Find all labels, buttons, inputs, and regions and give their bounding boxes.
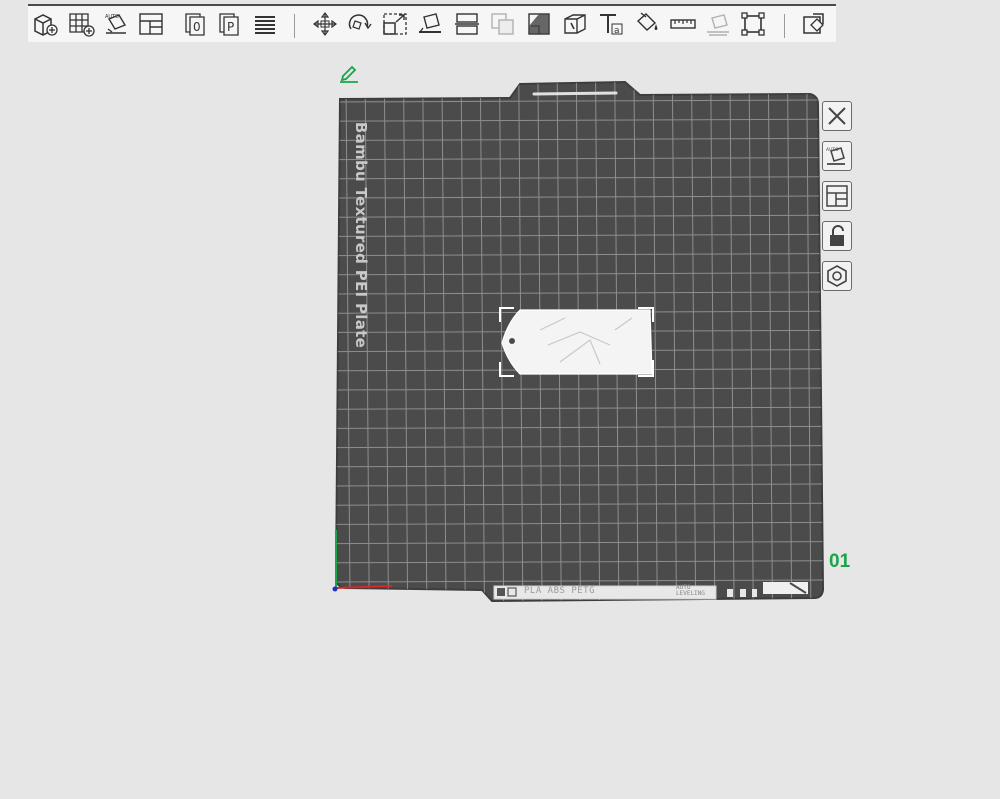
lock-plate-icon[interactable]: [822, 221, 852, 251]
plate-type-label: Bambu Textured PEI Plate: [352, 121, 370, 349]
plate-settings-icon[interactable]: [822, 261, 852, 291]
plate-qr-icon: [497, 588, 505, 596]
auto-line-2: LEVELING: [676, 590, 705, 597]
plate-number: 01: [829, 551, 851, 572]
plate-filament-info: PLA ABS PETG: [524, 586, 596, 596]
arrange-plate-icon[interactable]: [822, 181, 852, 211]
svg-text:AUTO: AUTO: [826, 147, 839, 153]
plate-corner-tab: [763, 582, 808, 594]
plate-handle-slot: [532, 91, 618, 96]
orient-plate-icon[interactable]: AUTO: [822, 141, 852, 171]
plate-trash-icon: [727, 589, 757, 597]
close-plate-icon[interactable]: [822, 101, 852, 131]
model-object[interactable]: [499, 307, 654, 377]
plate-auto-leveling-label: AUTO LEVELING: [676, 585, 705, 597]
